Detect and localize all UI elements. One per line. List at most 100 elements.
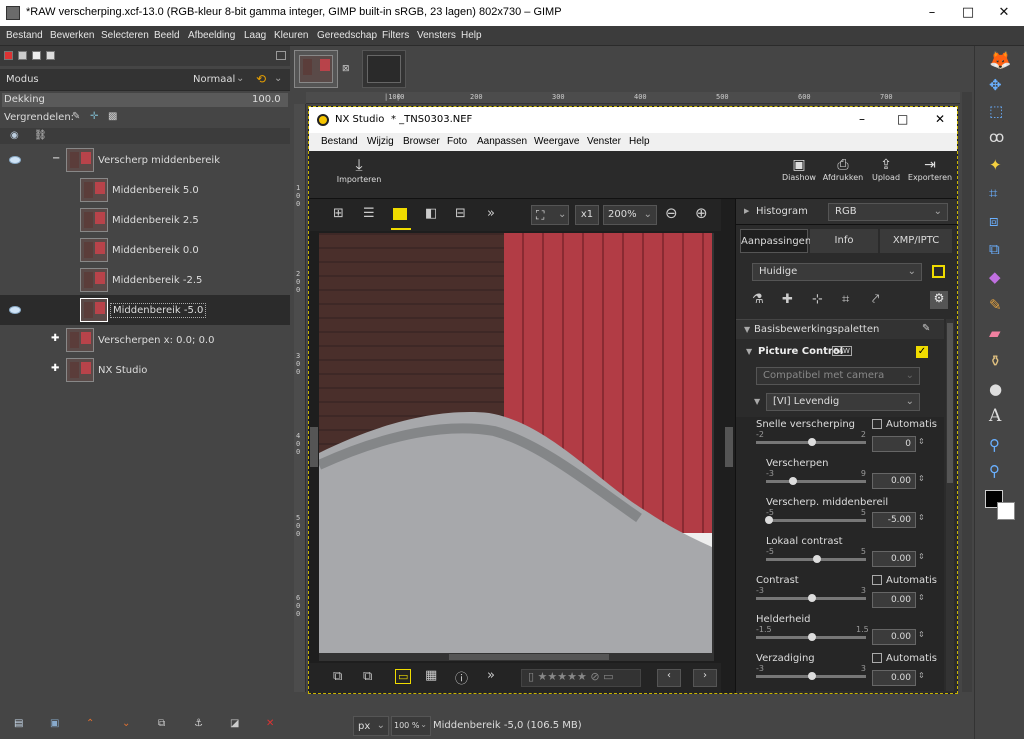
vertical-scrollbar[interactable] <box>962 92 972 692</box>
info-icon[interactable]: ⓘ <box>455 668 468 687</box>
lasso-tool-icon[interactable]: ꝏ <box>989 128 1011 148</box>
layer-name[interactable]: NX Studio <box>98 365 147 376</box>
image-h-scrollbar[interactable] <box>319 653 714 661</box>
spinner-icon[interactable]: ⇕ <box>918 671 925 680</box>
retouch-icon[interactable]: ✚ <box>782 292 793 307</box>
single-view-icon[interactable] <box>393 208 407 220</box>
perspective-icon[interactable]: ⤤ <box>872 292 879 307</box>
new-group-icon[interactable]: ▣ <box>50 718 66 732</box>
nx-menu-bestand[interactable]: Bestand <box>321 136 358 147</box>
slider-track[interactable] <box>766 519 866 522</box>
left-panel-toggle[interactable] <box>310 427 318 467</box>
print-button[interactable]: ⎙ Afdrukken <box>821 157 865 182</box>
layer-name[interactable]: Middenbereik -2.5 <box>112 275 202 286</box>
tab-channels-icon[interactable] <box>18 51 27 60</box>
lock-position-icon[interactable]: ✛ <box>90 111 98 122</box>
layer-name[interactable]: Verscherpen x: 0.0; 0.0 <box>98 335 214 346</box>
compat-select[interactable]: Compatibel met camera ⌄ <box>756 367 920 385</box>
spinner-icon[interactable]: ⇕ <box>918 630 925 639</box>
spinner-icon[interactable]: ⇕ <box>918 593 925 602</box>
zoom-1x-button[interactable]: x1 <box>575 205 599 225</box>
layer-row[interactable]: Middenbereik 2.5 <box>0 205 290 235</box>
layer-name[interactable]: Middenbereik 2.5 <box>112 215 199 226</box>
paintbrush-tool-icon[interactable]: ✎ <box>989 296 1011 316</box>
opacity-slider[interactable]: Dekking 100.0 <box>2 93 288 107</box>
zoom-in-icon[interactable]: ⊕ <box>695 204 708 222</box>
rect-select-tool-icon[interactable]: ⬚ <box>989 102 1011 122</box>
stack-expand-icon[interactable]: ⧉ <box>363 669 372 684</box>
auto-checkbox[interactable] <box>872 653 882 663</box>
menu-gereedschap[interactable]: Gereedschap <box>317 30 377 41</box>
raise-layer-icon[interactable]: ⌃ <box>86 718 102 732</box>
nx-menu-weergave[interactable]: Weergave <box>534 136 579 147</box>
zoom-tool-icon[interactable]: ⚲ <box>989 462 1011 482</box>
edit-palette-icon[interactable]: ✎ <box>922 323 930 334</box>
scroll-thumb[interactable] <box>947 323 953 483</box>
layer-name[interactable]: Middenbereik 0.0 <box>112 245 199 256</box>
slider-value[interactable]: 0.00 <box>872 592 916 608</box>
auto-checkbox[interactable] <box>872 575 882 585</box>
more-icon[interactable]: » <box>487 668 495 683</box>
upload-button[interactable]: ⇪ Upload <box>867 157 905 182</box>
slider-value[interactable]: 0.00 <box>872 473 916 489</box>
panel-scrollbar[interactable] <box>946 319 954 691</box>
menu-bewerken[interactable]: Bewerken <box>50 30 94 41</box>
image-tab-active[interactable] <box>294 50 338 88</box>
slider-value[interactable]: 0.00 <box>872 551 916 567</box>
minimize-button[interactable]: – <box>914 0 950 26</box>
dock-menu-icon[interactable] <box>276 51 286 60</box>
expand-icon[interactable]: ✚ <box>51 333 59 344</box>
menu-bestand[interactable]: Bestand <box>6 30 43 41</box>
layer-row[interactable]: − Verscherp middenbereik <box>0 145 290 175</box>
collapse-icon[interactable]: − <box>52 153 60 164</box>
spinner-icon[interactable]: ⇕ <box>918 552 925 561</box>
spinner-icon[interactable]: ⇕ <box>918 513 925 522</box>
menu-selecteren[interactable]: Selecteren <box>101 30 149 41</box>
grid-view-icon[interactable]: ⊞ <box>333 206 344 221</box>
close-button[interactable]: ✕ <box>986 0 1022 26</box>
spinner-icon[interactable]: ⇕ <box>918 437 925 446</box>
slider-knob[interactable] <box>808 633 816 641</box>
layer-name[interactable]: Middenbereik -5.0 <box>110 303 207 318</box>
layer-name[interactable]: Verscherp middenbereik <box>98 155 220 166</box>
slider-knob[interactable] <box>808 438 816 446</box>
expand-triangle-icon[interactable]: ▶ <box>744 207 749 215</box>
nx-menu-help[interactable]: Help <box>629 136 650 147</box>
move-tool-icon[interactable]: ✥ <box>989 76 1011 96</box>
tab-paths-icon[interactable] <box>32 51 41 60</box>
picture-control-header[interactable]: ▼ Picture Control RAW ✓ <box>740 343 940 363</box>
delete-layer-icon[interactable]: ✕ <box>266 718 282 732</box>
layer-row[interactable]: Middenbereik 0.0 <box>0 235 290 265</box>
eraser-tool-icon[interactable]: ▰ <box>989 324 1011 344</box>
grid-overlay-icon[interactable]: ▦ <box>425 668 437 683</box>
eye-icon[interactable] <box>9 156 21 164</box>
zoom-select[interactable]: 200% ⌄ <box>603 205 657 225</box>
bucket-fill-tool-icon[interactable]: ◆ <box>989 268 1011 288</box>
lower-layer-icon[interactable]: ⌄ <box>122 718 138 732</box>
picture-control-select[interactable]: [VI] Levendig ⌄ <box>766 393 920 411</box>
layer-row-selected[interactable]: Middenbereik -5.0 <box>0 295 290 325</box>
rating-stars[interactable]: ▯ ★★★★★ ⊘ ▭ <box>521 669 641 687</box>
slider-knob[interactable] <box>808 672 816 680</box>
maximize-button[interactable]: □ <box>950 0 986 26</box>
compare-view-icon[interactable]: ◧ <box>425 206 437 221</box>
right-panel-toggle[interactable] <box>725 427 733 467</box>
clone-tool-icon[interactable]: ⚱ <box>989 352 1011 372</box>
mode-select[interactable]: Normaal <box>193 74 235 85</box>
fuzzy-select-tool-icon[interactable]: ✦ <box>989 156 1011 176</box>
color-picker-tool-icon[interactable]: ⚲ <box>989 436 1011 456</box>
transform-tool-icon[interactable]: ⧈ <box>989 212 1011 232</box>
picture-control-preset[interactable]: ▼ [VI] Levendig ⌄ <box>750 393 920 413</box>
list-view-icon[interactable]: ☰ <box>363 206 375 221</box>
straighten-icon[interactable]: ⊹ <box>812 292 823 307</box>
highlight-icon[interactable]: ▭ <box>395 669 412 684</box>
photo-preview[interactable] <box>319 233 714 653</box>
unit-select[interactable]: px ⌄ <box>353 716 389 736</box>
nx-maximize-button[interactable]: □ <box>897 112 908 126</box>
layer-row[interactable]: Middenbereik -2.5 <box>0 265 290 295</box>
menu-help[interactable]: Help <box>461 30 482 41</box>
layer-row[interactable]: ✚ NX Studio <box>0 355 290 385</box>
crop-icon[interactable]: ⌗ <box>842 292 849 307</box>
tab-undo-icon[interactable] <box>46 51 55 60</box>
menu-vensters[interactable]: Vensters <box>417 30 456 41</box>
